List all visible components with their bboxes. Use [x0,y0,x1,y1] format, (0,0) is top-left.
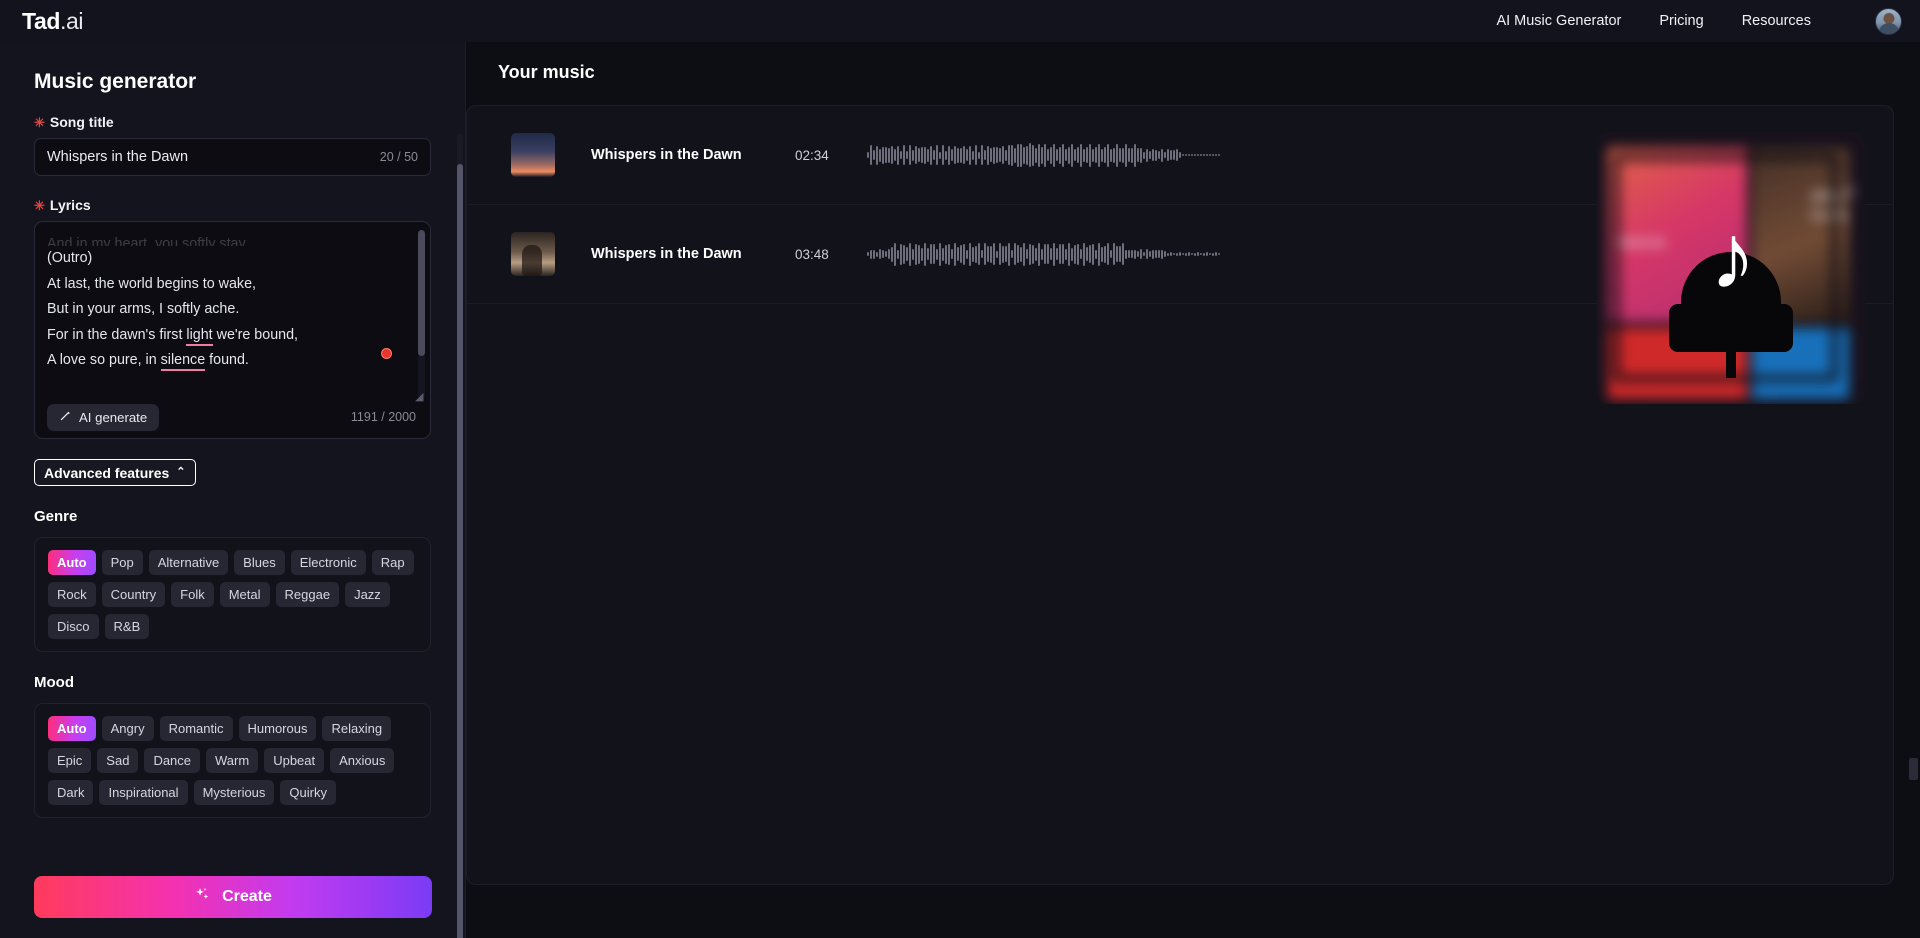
lyric-line: But in your arms, I softly ache. [47,301,240,317]
genre-chip-auto[interactable]: Auto [48,550,96,575]
song-title-char-count: 20 / 50 [379,150,418,164]
track-title: Whispers in the Dawn [591,245,742,262]
music-list-card: Whispers in the Dawn 02:34 Reuse Prompt [466,105,1894,885]
required-asterisk-icon: ✳ [34,114,45,130]
page-title: Music generator [34,70,197,93]
lyrics-footer: AI generate 1191 / 2000 [35,396,430,438]
genre-chip-reggae[interactable]: Reggae [275,582,340,607]
lyric-line: A love so pure, in silence found. [47,348,414,374]
nav-item-ai-music-generator[interactable]: AI Music Generator [1496,13,1621,29]
section-heading: Your music [498,62,595,82]
logo-text-primary: Tad [22,7,60,34]
page-body: Music generator ✳ Song title 20 / 50 ✳ L… [0,42,1920,938]
genre-chip-electronic[interactable]: Electronic [290,550,366,575]
promo-card: ROCK After Coffe e ♪ [1597,132,1865,404]
chevron-up-icon: ⌃ [176,466,186,478]
mood-chip-warm[interactable]: Warm [206,748,259,773]
genre-chip-country[interactable]: Country [101,582,166,607]
sparkle-icon [194,886,211,908]
wand-icon [59,409,72,425]
your-music-section: Your music Whispers in the Dawn 02:34 Re… [466,42,1920,938]
mood-chip-humorous[interactable]: Humorous [238,716,317,741]
lyric-line: At last, the world begins to wake, [47,275,257,292]
mood-chip-relaxing[interactable]: Relaxing [322,716,392,741]
logo-text-suffix: .ai [59,7,84,34]
track-thumbnail [511,133,555,177]
mood-chip-dance[interactable]: Dance [144,748,201,773]
misspelled-word: silence [160,352,206,371]
genre-section-title: Genre [34,508,78,525]
genre-chip-disco[interactable]: Disco [48,614,99,639]
genre-chip-rnb[interactable]: R&B [104,614,150,639]
genre-chip-alternative[interactable]: Alternative [148,550,229,575]
mood-section-title: Mood [34,674,74,691]
lyrics-scrollbar-thumb[interactable] [418,230,425,356]
song-title-input[interactable] [47,139,380,175]
main-nav: AI Music Generator Pricing Resources [1496,7,1902,35]
create-button[interactable]: Create [34,876,432,918]
track-thumbnail [511,232,555,276]
lyrics-field[interactable]: And in my heart, you softly stay (Outro)… [34,221,431,439]
song-title-field[interactable]: 20 / 50 [34,138,431,176]
lyric-line: For in the dawn's first light we're boun… [47,323,414,349]
mood-chip-inspirational[interactable]: Inspirational [99,780,188,805]
mood-chip-group: Auto Angry Romantic Humorous Relaxing Ep… [34,703,431,818]
lyrics-label-text: Lyrics [49,197,91,213]
waveform-1[interactable] [867,137,1220,173]
mood-chip-anxious[interactable]: Anxious [330,748,395,773]
avatar[interactable] [1875,7,1902,35]
genre-chip-metal[interactable]: Metal [219,582,270,607]
create-button-label: Create [222,888,272,905]
mood-chip-mysterious[interactable]: Mysterious [193,780,275,805]
genre-chip-folk[interactable]: Folk [171,582,214,607]
track-duration: 02:34 [795,147,829,163]
mood-chip-quirky[interactable]: Quirky [280,780,336,805]
page-scroll-indicator[interactable] [1909,758,1918,780]
genre-chip-jazz[interactable]: Jazz [345,582,390,607]
ai-generate-button[interactable]: AI generate [47,403,160,431]
nav-item-pricing[interactable]: Pricing [1659,13,1703,29]
required-asterisk-icon: ✳ [34,197,45,213]
mood-chip-romantic[interactable]: Romantic [159,716,233,741]
nav-item-resources[interactable]: Resources [1742,13,1811,29]
genre-chip-group: Auto Pop Alternative Blues Electronic Ra… [34,537,431,652]
mood-chip-angry[interactable]: Angry [101,716,154,741]
track-title: Whispers in the Dawn [591,146,742,163]
track-duration: 03:48 [795,246,829,262]
waveform-2[interactable] [867,236,1220,272]
mood-chip-auto[interactable]: Auto [48,716,96,741]
lyrics-label: ✳ Lyrics [34,197,431,213]
top-navigation-bar: Tad.ai AI Music Generator Pricing Resour… [0,0,1920,42]
advanced-features-toggle[interactable]: Advanced features ⌃ [34,459,196,486]
app-logo[interactable]: Tad.ai [22,8,83,35]
panel-scrollbar-thumb[interactable] [457,164,463,938]
genre-chip-rap[interactable]: Rap [371,550,414,575]
mood-chip-upbeat[interactable]: Upbeat [264,748,325,773]
music-note-icon: ♪ [1709,206,1756,309]
genre-chip-blues[interactable]: Blues [234,550,285,575]
mood-chip-sad[interactable]: Sad [97,748,139,773]
mood-chip-dark[interactable]: Dark [48,780,94,805]
ai-generate-label: AI generate [79,409,148,425]
song-title-label: ✳ Song title [34,114,431,130]
lyrics-char-count: 1191 / 2000 [350,410,416,424]
promo-side-text: e [1844,178,1857,204]
mood-chip-epic[interactable]: Epic [48,748,92,773]
genre-chip-pop[interactable]: Pop [101,550,143,575]
song-title-label-text: Song title [49,114,114,130]
lyric-line: (Outro) [47,250,93,266]
misspelled-word: light [186,326,213,346]
music-generator-panel: Music generator ✳ Song title 20 / 50 ✳ L… [0,42,466,938]
genre-chip-rock[interactable]: Rock [48,582,96,607]
lyric-line-cutoff: And in my heart, you softly stay [47,236,246,246]
record-indicator-icon[interactable] [381,348,392,359]
lyrics-textarea[interactable]: And in my heart, you softly stay (Outro)… [35,222,430,398]
advanced-features-label: Advanced features [44,464,170,481]
